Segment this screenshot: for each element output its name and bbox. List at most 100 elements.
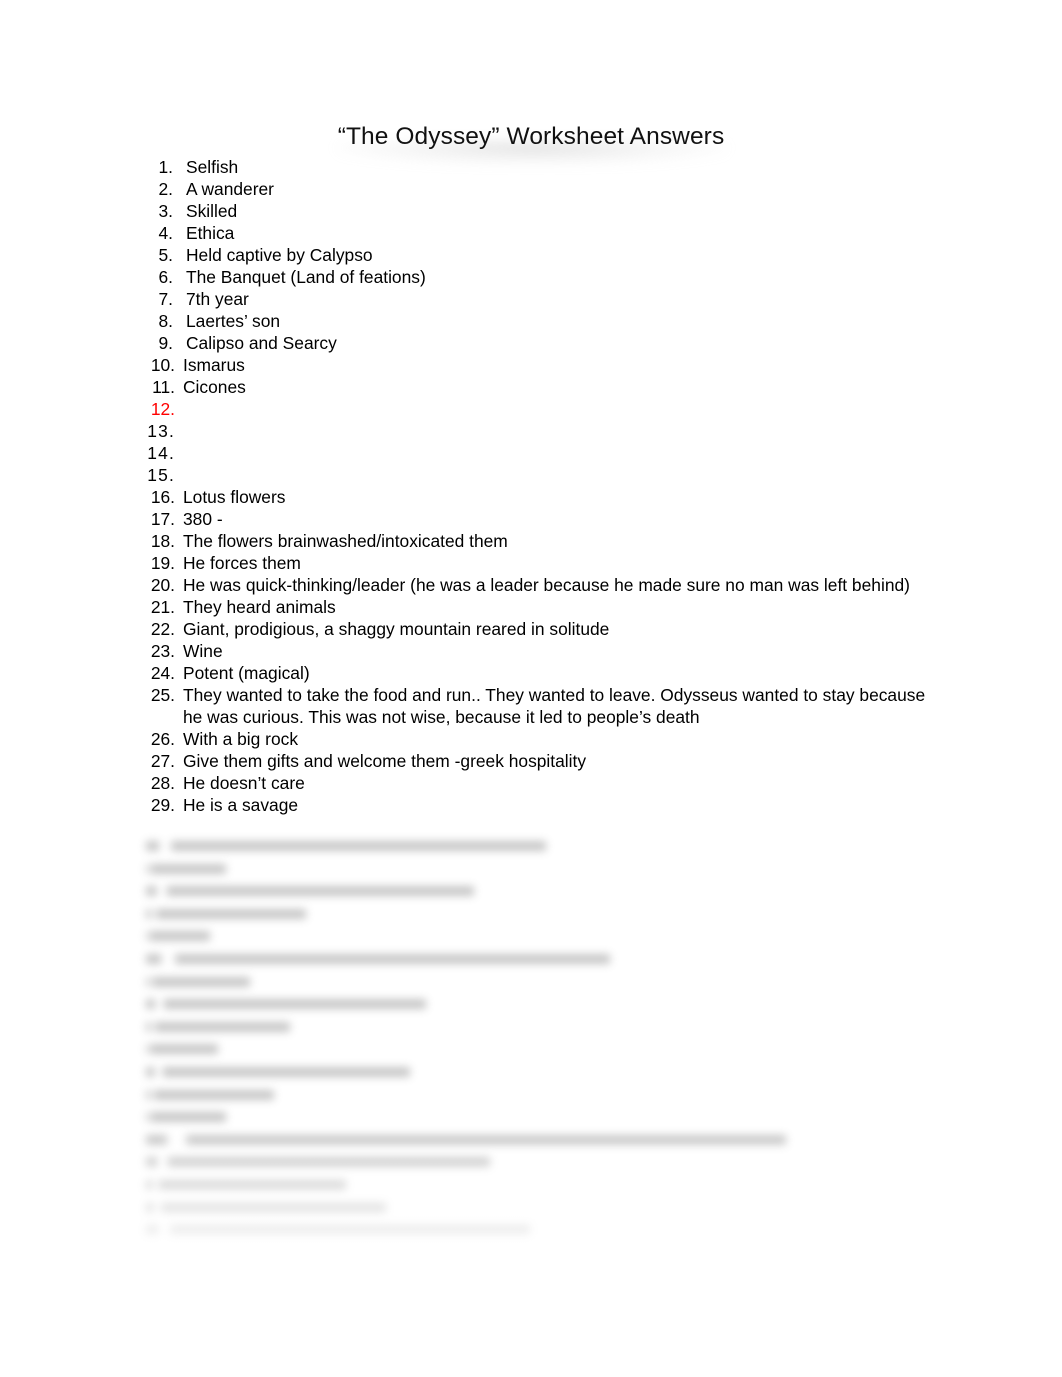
obscured-line [146,953,610,964]
list-item-number: 28. [150,773,175,793]
list-item-number: 13. [147,421,175,441]
list-item-text: The flowers brainwashed/intoxicated them [183,531,508,551]
list-item-number: 8. [158,311,173,331]
list-item-number: 10. [150,355,175,375]
list-item: 9. Calipso and Searcy [146,332,936,354]
list-item-number: 23. [150,641,175,661]
list-item-text: They heard animals [183,597,336,617]
list-item-text: Calipso and Searcy [186,333,337,353]
obscured-line [146,1157,490,1168]
list-item-text: Laertes’ son [186,311,281,331]
list-item: 13. [146,420,936,442]
list-item-number: 24. [150,663,175,683]
list-item: 28. He doesn’t care [146,772,936,794]
list-item-text: 380 - [183,509,223,529]
list-item-number: 20. [150,575,175,595]
list-item-text: Wine [183,641,223,661]
list-item-number: 9. [158,333,173,353]
list-item-number: 21. [150,597,175,617]
list-item: 26. With a big rock [146,728,936,750]
list-item-text: He was quick-thinking/leader (he was a l… [183,575,910,595]
list-item-number: 2. [158,179,173,199]
list-item-text: He is a savage [183,795,299,815]
list-item-text: Held captive by Calypso [186,245,373,265]
list-item-number: 27. [150,751,175,771]
list-item-text: Ismarus [183,355,245,375]
obscured-line [146,863,226,874]
list-item: 16. Lotus flowers [146,486,936,508]
list-item: 8. Laertes’ son [146,310,936,332]
list-item-text: Selfish [186,157,239,177]
list-item-text: Skilled [186,201,238,221]
list-item: 18. The flowers brainwashed/intoxicated … [146,530,936,552]
list-item-number: 6. [158,267,173,287]
obscured-preview-block [146,841,946,1248]
list-item: 2. A wanderer [146,178,936,200]
list-item-text: He doesn’t care [183,773,305,793]
list-item-number: 26. [150,729,175,749]
obscured-line [146,1044,218,1055]
obscured-line [146,1021,290,1032]
obscured-line [146,1179,346,1190]
list-item-text: Give them gifts and welcome them -greek … [183,751,587,771]
list-item-number: 15. [147,465,175,485]
obscured-line [146,931,210,942]
obscured-line [146,886,474,897]
obscured-line [146,1225,530,1236]
list-item: 6. The Banquet (Land of feations) [146,266,936,288]
list-item-number: 18. [150,531,175,551]
preview-fade-overlay [0,1130,1062,1270]
list-item-text: 7th year [186,289,249,309]
list-item-text: They wanted to take the food and run.. T… [183,685,926,727]
list-item: 3. Skilled [146,200,936,222]
list-item-number: 14. [147,443,175,463]
list-item: 19. He forces them [146,552,936,574]
obscured-line [146,1134,786,1145]
list-item-text: The Banquet (Land of feations) [186,267,426,287]
answers-list: 1. Selfish 2. A wanderer 3. Skilled 4. E… [146,156,936,816]
list-item-text: Lotus flowers [183,487,286,507]
list-item-number: 11. [152,377,175,397]
obscured-line [146,1202,386,1213]
list-item: 23. Wine [146,640,936,662]
list-item-number: 17. [150,509,175,529]
list-item-number: 16. [150,487,175,507]
list-item-number: 5. [158,245,173,265]
list-item-number: 1. [158,157,173,177]
list-item: 27. Give them gifts and welcome them -gr… [146,750,936,772]
list-item-text: Cicones [183,377,246,397]
list-item-text: Ethica [186,223,235,243]
list-item: 7. 7th year [146,288,936,310]
list-item-number: 3. [158,201,173,221]
list-item-number: 22. [150,619,175,639]
list-item-number: 29. [150,795,175,815]
obscured-line [146,1089,274,1100]
list-item-number: 4. [158,223,173,243]
list-item-number: 25. [150,685,175,705]
list-item: 1. Selfish [146,156,936,178]
list-item: 15. [146,464,936,486]
obscured-line [146,1066,410,1077]
obscured-line [146,999,426,1010]
list-item: 24. Potent (magical) [146,662,936,684]
list-item-text: He forces them [183,553,301,573]
obscured-line [146,976,250,987]
list-item: 11. Cicones [146,376,936,398]
list-item: 20. He was quick-thinking/leader (he was… [146,574,936,596]
list-item: 10. Ismarus [146,354,936,376]
page-title: “The Odyssey” Worksheet Answers [337,123,725,150]
list-item-text: Giant, prodigious, a shaggy mountain rea… [183,619,610,639]
list-item-highlighted: 12. [146,398,936,420]
document-page: “The Odyssey” Worksheet Answers 1. Selfi… [0,0,1062,1377]
list-item: 14. [146,442,936,464]
list-item: 22. Giant, prodigious, a shaggy mountain… [146,618,936,640]
list-item: 21. They heard animals [146,596,936,618]
list-item: 17. 380 - [146,508,936,530]
list-item-text: Potent (magical) [183,663,310,683]
obscured-line [146,1112,226,1123]
list-item-text: With a big rock [183,729,299,749]
obscured-line [146,841,546,851]
list-item-number: 7. [158,289,173,309]
obscured-line [146,908,306,919]
list-item: 25. They wanted to take the food and run… [146,684,936,728]
